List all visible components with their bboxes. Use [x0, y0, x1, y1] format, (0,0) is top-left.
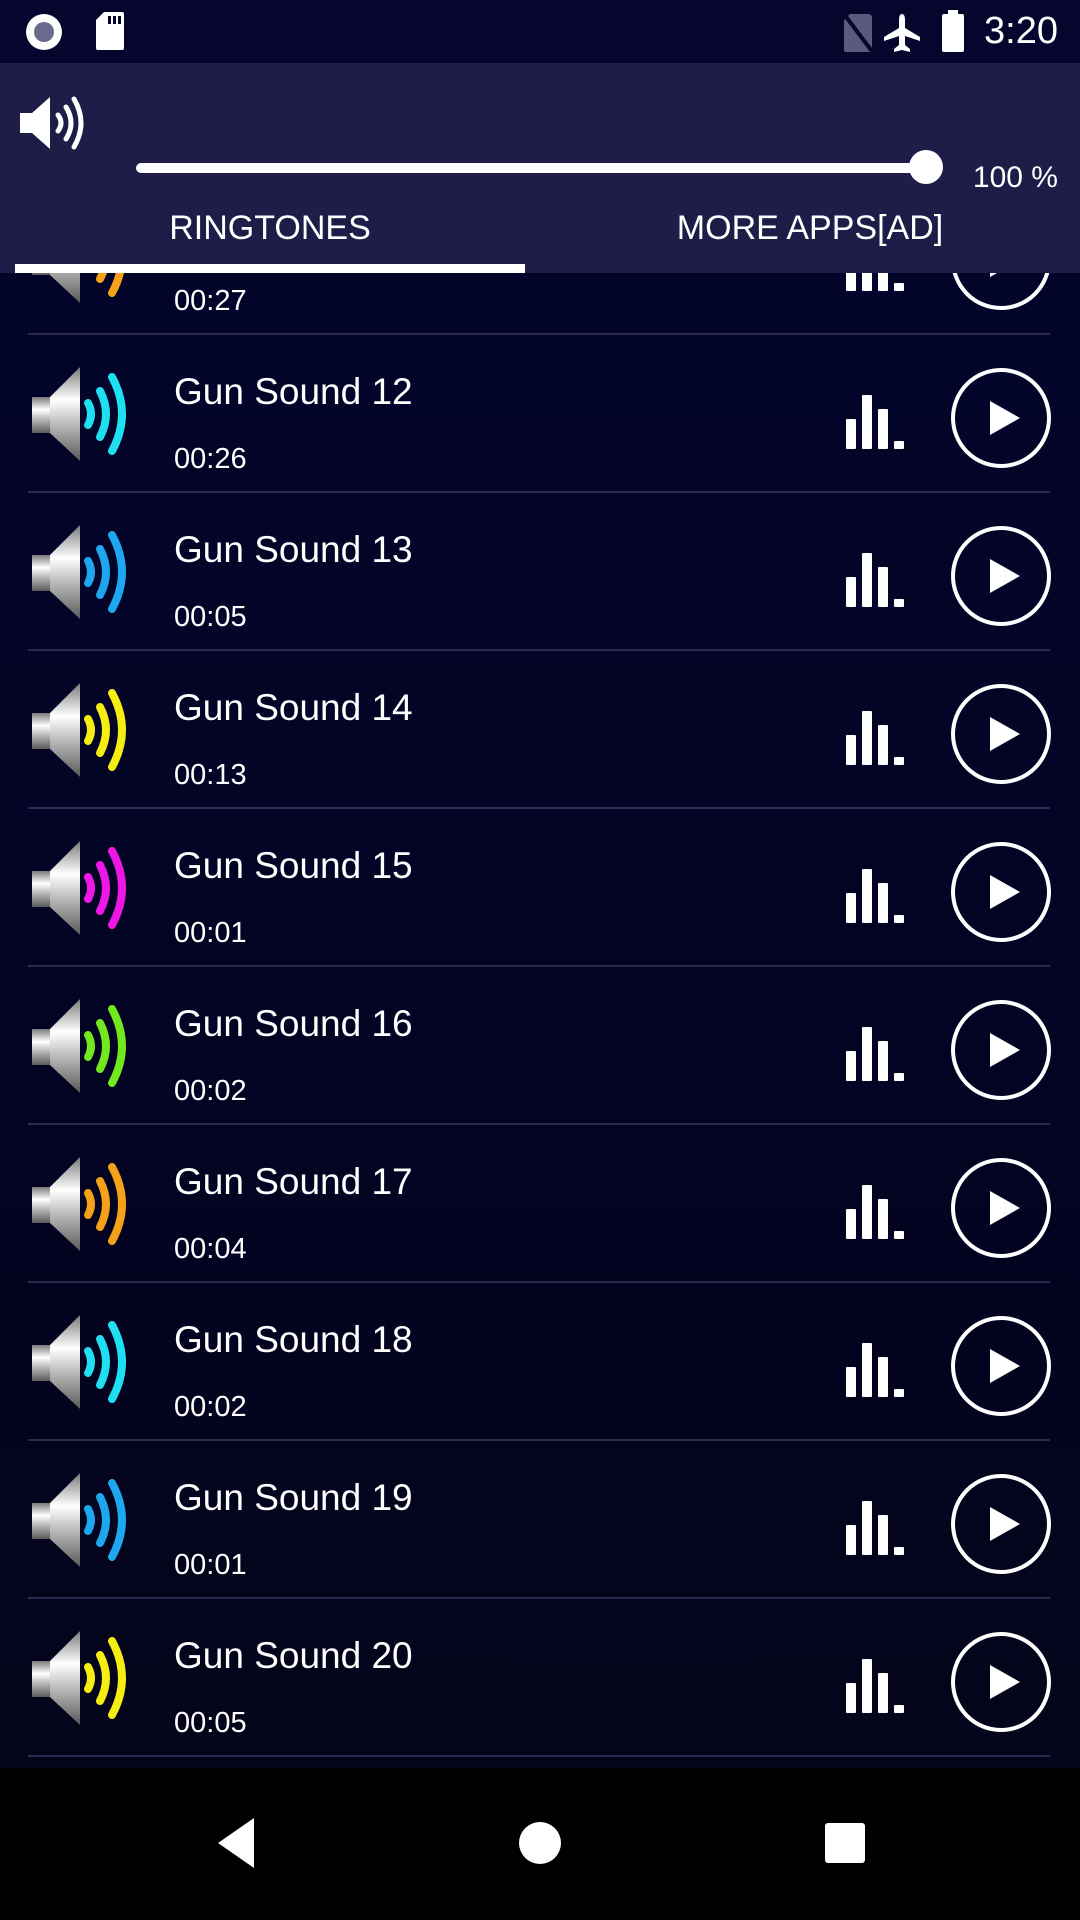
equalizer-icon[interactable]	[842, 1181, 912, 1241]
play-icon	[990, 1191, 1020, 1225]
equalizer-icon[interactable]	[842, 1497, 912, 1557]
equalizer-icon[interactable]	[842, 549, 912, 609]
speaker-icon	[32, 1315, 126, 1409]
play-icon	[990, 1349, 1020, 1383]
ringtone-row[interactable]: Gun Sound 19 00:01	[0, 1441, 1080, 1599]
status-bar: 3:20	[0, 0, 1080, 63]
play-icon	[990, 1507, 1020, 1541]
ringtone-name: Gun Sound 18	[174, 1319, 413, 1360]
ringtone-name: Gun Sound 14	[174, 687, 413, 728]
ringtone-row[interactable]: Gun Sound 17 00:04	[0, 1125, 1080, 1283]
ringtone-name: Gun Sound 16	[174, 1003, 413, 1044]
equalizer-icon[interactable]	[842, 391, 912, 451]
play-icon	[990, 1033, 1020, 1067]
play-button[interactable]	[950, 367, 1052, 469]
speaker-icon	[32, 1631, 126, 1725]
ringtone-row[interactable]: Gun Sound 15 00:01	[0, 809, 1080, 967]
volume-slider[interactable]	[136, 150, 943, 184]
ringtone-duration: 00:01	[174, 917, 247, 949]
ringtone-row[interactable]: Gun Sound 20 00:05	[0, 1599, 1080, 1757]
ringtone-duration: 00:05	[174, 1707, 247, 1739]
speaker-icon	[32, 525, 126, 619]
recents-icon[interactable]	[810, 1808, 880, 1878]
play-button[interactable]	[950, 1315, 1052, 1417]
ringtone-name: Gun Sound 20	[174, 1635, 413, 1676]
ringtone-duration: 00:04	[174, 1233, 247, 1265]
ringtone-name: Gun Sound 19	[174, 1477, 413, 1518]
play-icon	[990, 717, 1020, 751]
play-button[interactable]	[950, 525, 1052, 627]
ringtone-name: Gun Sound 12	[174, 371, 413, 412]
equalizer-icon[interactable]	[842, 1339, 912, 1399]
ringtone-row[interactable]: Gun Sound 18 00:02	[0, 1283, 1080, 1441]
equalizer-icon[interactable]	[842, 1023, 912, 1083]
ringtone-name: Gun Sound 15	[174, 845, 413, 886]
equalizer-icon[interactable]	[842, 273, 912, 293]
play-button[interactable]	[950, 999, 1052, 1101]
ringtone-name: Gun Sound 13	[174, 529, 413, 570]
play-button[interactable]	[950, 1157, 1052, 1259]
ringtone-duration: 00:02	[174, 1391, 247, 1423]
play-button[interactable]	[950, 1473, 1052, 1575]
play-button[interactable]	[950, 1631, 1052, 1733]
tab-more-apps[interactable]: MORE APPS[AD]	[540, 183, 1080, 273]
play-icon	[990, 559, 1020, 593]
ringtone-name: Gun Sound 17	[174, 1161, 413, 1202]
ringtone-row[interactable]: Gun Sound 13 00:05	[0, 493, 1080, 651]
ringtone-row[interactable]: Gun Sound 11 00:27	[0, 273, 1080, 335]
speaker-icon	[32, 683, 126, 777]
play-button[interactable]	[950, 841, 1052, 943]
volume-slider-thumb[interactable]	[909, 150, 943, 184]
ringtone-duration: 00:02	[174, 1075, 247, 1107]
ringtone-row[interactable]: Gun Sound 16 00:02	[0, 967, 1080, 1125]
ringtone-duration: 00:13	[174, 759, 247, 791]
active-tab-indicator	[15, 264, 525, 273]
ringtone-duration: 00:01	[174, 1549, 247, 1581]
back-icon[interactable]	[200, 1808, 270, 1878]
ringtone-duration: 00:27	[174, 285, 247, 317]
play-button[interactable]	[950, 683, 1052, 785]
equalizer-icon[interactable]	[842, 1655, 912, 1715]
play-icon	[990, 1665, 1020, 1699]
play-button[interactable]	[950, 273, 1052, 311]
volume-icon[interactable]	[18, 93, 98, 153]
speaker-icon	[32, 999, 126, 1093]
battery-icon	[942, 10, 964, 52]
tab-bar: RINGTONES MORE APPS[AD]	[0, 183, 1080, 273]
speaker-icon	[32, 1473, 126, 1567]
ringtone-row[interactable]: Gun Sound 12 00:26	[0, 335, 1080, 493]
navigation-bar	[0, 1768, 1080, 1920]
ringtone-duration: 00:05	[174, 601, 247, 633]
airplane-icon	[884, 14, 920, 52]
equalizer-icon[interactable]	[842, 865, 912, 925]
equalizer-icon[interactable]	[842, 707, 912, 767]
speaker-icon	[32, 367, 126, 461]
no-sim-icon	[842, 12, 876, 54]
ringtone-row[interactable]: Gun Sound 14 00:13	[0, 651, 1080, 809]
speaker-icon	[32, 841, 126, 935]
record-icon	[26, 14, 62, 50]
clock: 3:20	[984, 10, 1058, 52]
play-icon	[990, 875, 1020, 909]
volume-slider-track[interactable]	[136, 163, 926, 173]
speaker-icon	[32, 273, 124, 303]
tab-ringtones[interactable]: RINGTONES	[0, 183, 540, 273]
speaker-icon	[32, 1157, 126, 1251]
ringtone-list[interactable]: Gun Sound 11 00:27 Gun Sound 12	[0, 273, 1080, 1768]
play-icon	[990, 273, 998, 277]
ringtone-duration: 00:26	[174, 443, 247, 475]
play-icon	[990, 401, 1020, 435]
home-icon[interactable]	[505, 1808, 575, 1878]
sd-card-icon	[96, 12, 124, 50]
